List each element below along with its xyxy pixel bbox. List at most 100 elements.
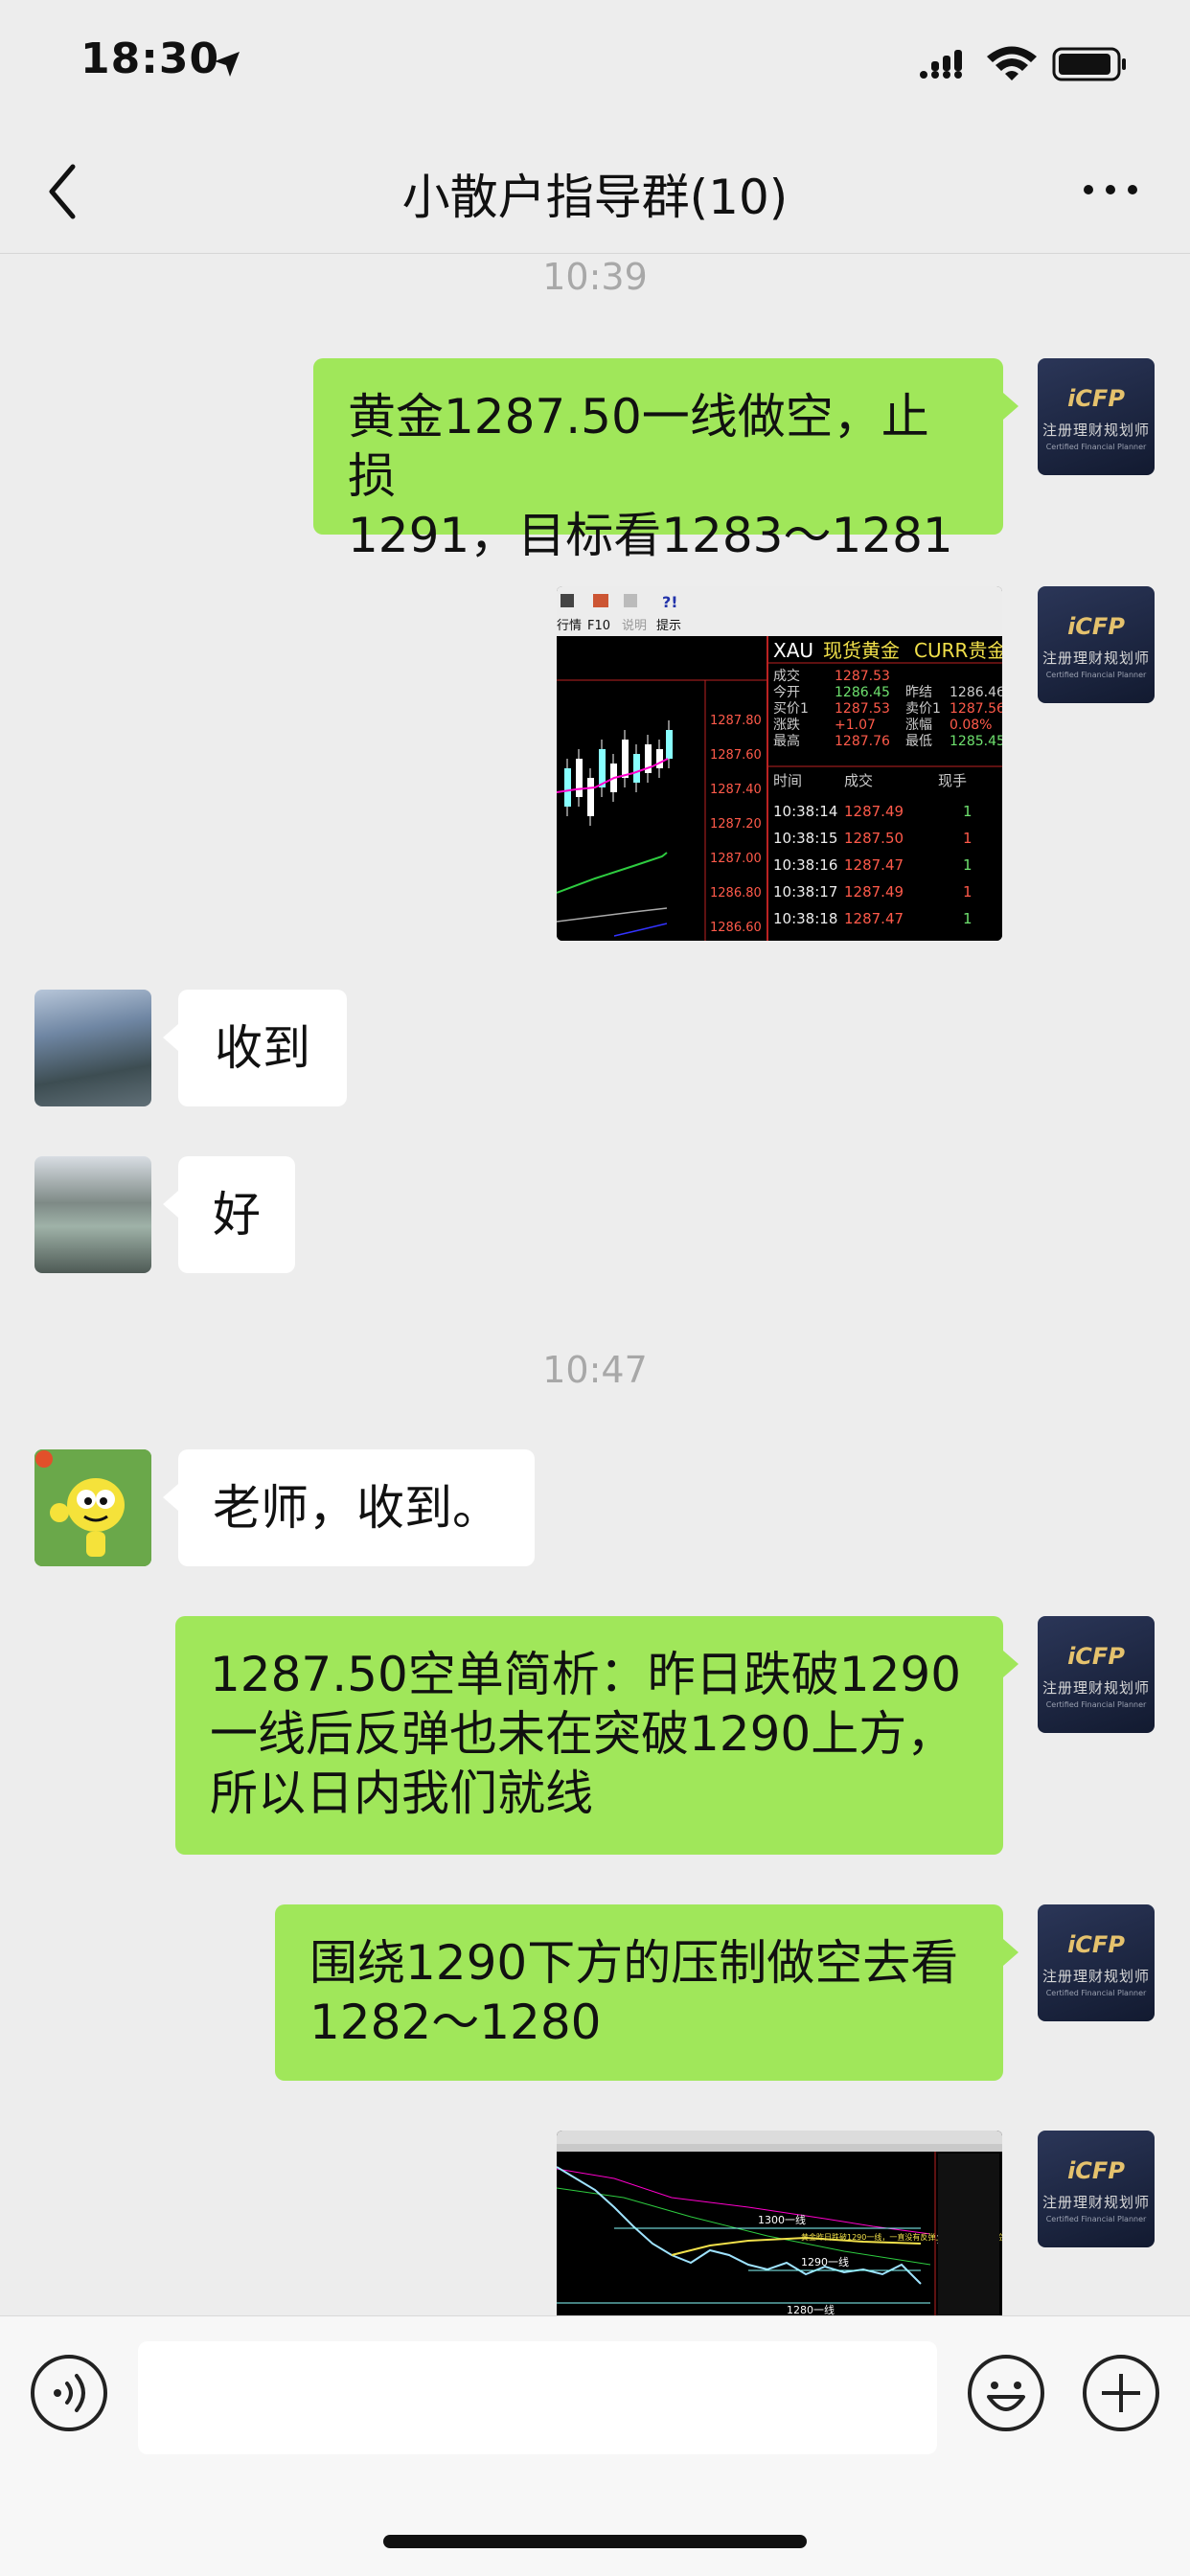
toolbar-label: 提示 [656,618,681,633]
cfp-english-label: Certified Financial Planner [1045,1989,1147,1997]
status-time: 18:30 [80,34,220,83]
status-bar: 18:30 [0,0,1190,128]
quote-field-value: 1287.76 [835,734,890,749]
cfp-english-label: Certified Financial Planner [1045,2215,1147,2223]
trade-time: 10:38:18 [773,910,837,927]
message-bubble[interactable]: 收到 [163,990,347,1106]
trade-qty: 1 [963,856,973,874]
quote-name: 现货黄金 [823,639,900,662]
cfp-logo: iCFP [1067,385,1125,412]
sender-avatar[interactable]: iCFP 注册理财规划师 Certified Financial Planner [1038,1616,1155,1733]
sender-avatar[interactable]: iCFP 注册理财规划师 Certified Financial Planner [1038,358,1155,475]
image-message-quote[interactable]: ?! 行情 F10 说明 提示 1287.80 1287.60 1287.40 128… [557,586,1002,941]
timestamp: 10:39 [542,256,648,298]
quote-field-value: 1285.45 [950,734,1002,749]
toolbar-label: 行情 [557,619,582,633]
trade-time: 10:38:14 [773,803,837,820]
message-line: 1287.50空单简析：昨日跌破1290 [210,1647,962,1702]
quote-field-value: 1287.53 [835,669,890,684]
message-input[interactable] [138,2341,937,2454]
cfp-chinese-label: 注册理财规划师 [1041,1679,1150,1697]
trade-header: 现手 [938,772,967,789]
timestamp: 10:47 [542,1349,648,1391]
cfp-english-label: Certified Financial Planner [1045,671,1147,679]
chart-label-1290: 1290一线 [801,2255,849,2268]
quote-field-label: 卖价1 [905,701,941,717]
emoji-icon[interactable] [966,2353,1046,2433]
message-line: 所以日内我们就线 [210,1766,593,1821]
trade-time: 10:38:17 [773,883,837,900]
sender-avatar-mountain[interactable] [34,1156,151,1273]
quote-field-label: 涨跌 [773,718,800,733]
cfp-logo: iCFP [1067,613,1125,640]
candle-body [666,730,673,759]
cfp-chinese-label: 注册理财规划师 [1041,422,1150,439]
candle-body [564,768,571,807]
quote-field-label: 涨幅 [905,718,932,733]
candle-body [587,778,594,816]
price-axis-label: 1287.20 [710,817,762,832]
price-axis-label: 1287.00 [710,852,762,866]
quote-field-value: 1286.45 [835,685,890,700]
trade-qty: 1 [963,803,973,820]
quote-field-value: +1.07 [835,718,876,733]
message-bubble[interactable]: 老师，收到。 [163,1449,535,1566]
message-line: 1282～1280 [309,1995,602,2050]
message-line: 一线后反弹也未在突破1290上方， [210,1706,955,1762]
trade-header: 时间 [773,772,802,789]
chart-label-1300: 1300一线 [758,2213,806,2226]
more-options-icon[interactable] [1077,171,1144,209]
quote-field-label: 成交 [773,668,800,684]
trade-time: 10:38:15 [773,830,837,847]
message-line: 好 [213,1187,261,1242]
sender-avatar-cartoon[interactable] [34,1449,151,1566]
message-bubble[interactable]: 围绕1290下方的压制做空去看 1282～1280 [275,1904,1018,2081]
sender-avatar[interactable]: iCFP 注册理财规划师 Certified Financial Planner [1038,586,1155,703]
cfp-logo: iCFP [1067,1643,1125,1670]
battery-icon [1052,47,1126,81]
cfp-logo: iCFP [1067,2157,1125,2184]
chart-screenshot: 1300一线 1290一线 1280一线 黄金昨日跌破1290一线，一直没有反弹… [557,2131,1002,2315]
home-indicator[interactable] [383,2535,807,2548]
price-axis-label: 1287.60 [710,748,762,763]
candle-body [656,749,663,768]
trade-price: 1287.50 [844,830,904,847]
candle-body [622,740,629,778]
trade-qty: 1 [963,883,973,900]
trade-qty: 1 [963,830,973,847]
cfp-chinese-label: 注册理财规划师 [1041,1968,1150,1985]
quote-field-label: 最低 [905,734,932,749]
quote-symbol: XAU [773,639,813,662]
trade-price: 1287.49 [844,883,904,900]
toolbar-label: F10 [587,619,610,633]
price-axis-label: 1287.80 [710,714,762,728]
sender-avatar-landscape[interactable] [34,990,151,1106]
trade-header: 成交 [844,772,873,789]
trade-qty: 1 [963,910,973,927]
chat-header: 小散户指导群(10) [0,128,1190,254]
quote-field-value: 1287.53 [835,701,890,717]
toolbar-label: 说明 [622,619,647,633]
quote-field-value: 0.08% [950,718,992,733]
message-bubble[interactable]: 1287.50空单简析：昨日跌破1290 一线后反弹也未在突破1290上方， 所… [175,1616,1018,1855]
trade-price: 1287.47 [844,856,904,874]
image-message-chart[interactable]: 1300一线 1290一线 1280一线 黄金昨日跌破1290一线，一直没有反弹… [557,2131,1002,2315]
sender-avatar[interactable]: iCFP 注册理财规划师 Certified Financial Planner [1038,1904,1155,2021]
message-bubble[interactable]: 黄金1287.50一线做空，止损 1291，目标看1283～1281 [313,358,1018,563]
candle-body [633,754,640,783]
price-axis-label: 1287.40 [710,783,762,797]
quote-field-label: 最高 [773,733,800,749]
price-axis-label: 1286.80 [710,886,762,900]
cellular-signal-icon [920,50,962,79]
add-icon[interactable] [1081,2353,1161,2433]
voice-input-icon[interactable] [29,2353,109,2433]
trade-price: 1287.49 [844,803,904,820]
message-line: 黄金1287.50一线做空，止损 [348,389,929,504]
cfp-english-label: Certified Financial Planner [1045,443,1147,451]
trade-time: 10:38:16 [773,856,837,874]
message-line: 1291，目标看1283～1281 [348,508,953,563]
sender-avatar[interactable]: iCFP 注册理财规划师 Certified Financial Planner [1038,2131,1155,2247]
cfp-chinese-label: 注册理财规划师 [1041,2194,1150,2211]
message-bubble[interactable]: 好 [163,1156,295,1273]
message-line: 收到 [215,1020,310,1076]
